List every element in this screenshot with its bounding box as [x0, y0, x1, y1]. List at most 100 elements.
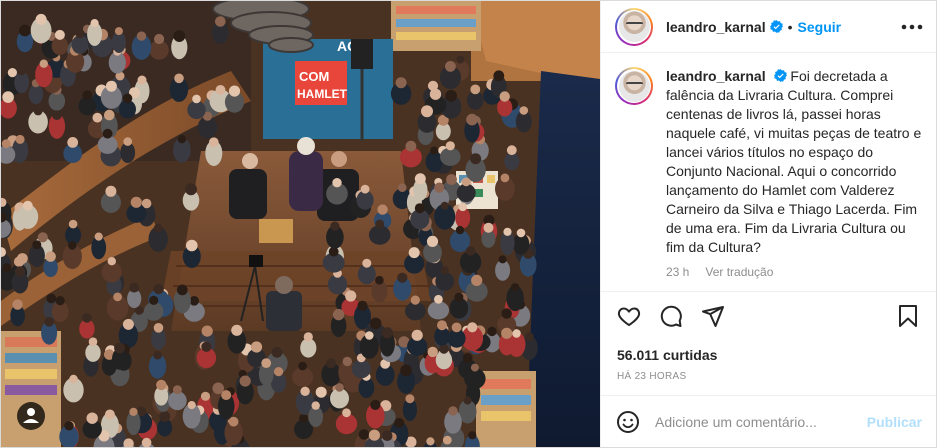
audience-head	[172, 385, 182, 395]
follow-button[interactable]: Seguir	[798, 19, 842, 35]
audience-head	[342, 408, 351, 418]
audience-head	[156, 379, 167, 391]
caption-meta: 23 h Ver tradução	[666, 263, 922, 282]
bookmark-icon[interactable]	[894, 302, 922, 330]
audience-head	[370, 399, 381, 410]
audience-head	[88, 337, 98, 347]
audience-head	[524, 332, 534, 342]
audience-head	[326, 358, 336, 369]
audience-head	[274, 367, 284, 377]
audience-head	[153, 223, 163, 233]
audience-head	[405, 140, 417, 152]
audience-head	[357, 300, 368, 311]
audience-head	[360, 184, 370, 194]
audience-head	[228, 85, 241, 97]
audience-head	[471, 274, 483, 286]
comment-input[interactable]	[655, 413, 859, 430]
audience-head	[451, 322, 462, 333]
audience-head	[299, 413, 309, 423]
audience-head	[408, 247, 420, 259]
verified-badge-icon	[769, 20, 783, 33]
audience-head	[483, 222, 494, 233]
author-avatar[interactable]	[615, 7, 653, 46]
caption-age: 23 h	[666, 265, 690, 279]
caption-author-avatar[interactable]	[615, 67, 653, 105]
audience-head	[445, 61, 456, 72]
audience-head	[105, 80, 117, 92]
author-username[interactable]: leandro_karnal	[666, 19, 766, 35]
audience-head	[426, 235, 439, 247]
audience-head	[33, 106, 43, 116]
audience-head	[90, 19, 99, 28]
audience-head	[332, 178, 342, 188]
audience-head	[68, 241, 77, 250]
audience-head	[7, 68, 18, 78]
audience-head	[185, 183, 197, 196]
audience-head	[381, 430, 393, 442]
audience-person	[351, 359, 371, 379]
instagram-post-modal: COM HAMLET AG leandro_karnal • Seguir le…	[0, 0, 937, 448]
audience-head	[437, 320, 447, 331]
audience-head	[261, 358, 272, 368]
audience-head	[434, 182, 445, 193]
audience-head	[397, 272, 408, 283]
audience-head	[335, 383, 344, 392]
audience-head	[454, 292, 464, 302]
audience-head	[300, 386, 310, 396]
audience-head	[82, 313, 92, 323]
audience-head	[52, 110, 62, 120]
post-timestamp: HÁ 23 HORAS	[617, 371, 687, 382]
audience-head	[82, 90, 93, 100]
audience-head	[462, 353, 473, 363]
audience-head	[470, 84, 481, 95]
audience-head	[39, 59, 48, 68]
audience-head	[445, 141, 455, 151]
audience-head	[410, 295, 420, 305]
audience-head	[209, 137, 219, 147]
post-photo[interactable]: COM HAMLET AG	[1, 1, 600, 447]
emoji-icon[interactable]	[615, 409, 641, 435]
audience-head	[375, 275, 384, 285]
audience-head	[54, 29, 65, 40]
like-count[interactable]: 56.011 curtidas	[601, 339, 936, 365]
audience-head	[394, 417, 405, 428]
audience-head	[114, 27, 123, 36]
audience-head	[37, 232, 48, 243]
publish-button[interactable]: Publicar	[867, 414, 922, 430]
more-options-icon[interactable]	[900, 15, 924, 39]
audience-head	[342, 356, 352, 367]
audience-head	[466, 113, 478, 126]
audience-head	[375, 219, 385, 229]
audience-person	[456, 183, 476, 203]
audience-head	[176, 284, 188, 296]
audience-head	[358, 429, 370, 440]
audience-head	[55, 296, 65, 306]
audience-head	[498, 255, 507, 264]
caption-username[interactable]: leandro_karnal	[666, 68, 766, 84]
audience-head	[467, 322, 478, 333]
audience-head	[92, 112, 103, 123]
audience-head	[311, 401, 320, 410]
caption: leandro_karnal Foi decretada a falência …	[666, 67, 922, 291]
see-translation-link[interactable]: Ver tradução	[705, 263, 773, 282]
audience-head	[130, 196, 142, 208]
audience-head	[75, 28, 85, 39]
audience-head	[421, 105, 433, 118]
share-icon[interactable]	[699, 302, 727, 330]
audience-head	[500, 173, 510, 183]
audience-head	[104, 109, 115, 121]
audience-head	[69, 374, 78, 384]
heart-icon[interactable]	[615, 302, 643, 330]
audience-head	[400, 364, 412, 377]
verified-badge-icon	[773, 69, 787, 82]
audience-head	[470, 363, 479, 372]
audience-head	[2, 91, 14, 103]
audience-head	[64, 421, 74, 431]
audience-head	[1, 139, 11, 149]
audience-head	[446, 174, 457, 185]
audience-head	[153, 283, 164, 295]
banner-text-hamlet: HAMLET	[297, 87, 348, 101]
audience-head	[32, 240, 42, 250]
audience-head	[129, 282, 140, 293]
comment-icon[interactable]	[657, 302, 685, 330]
